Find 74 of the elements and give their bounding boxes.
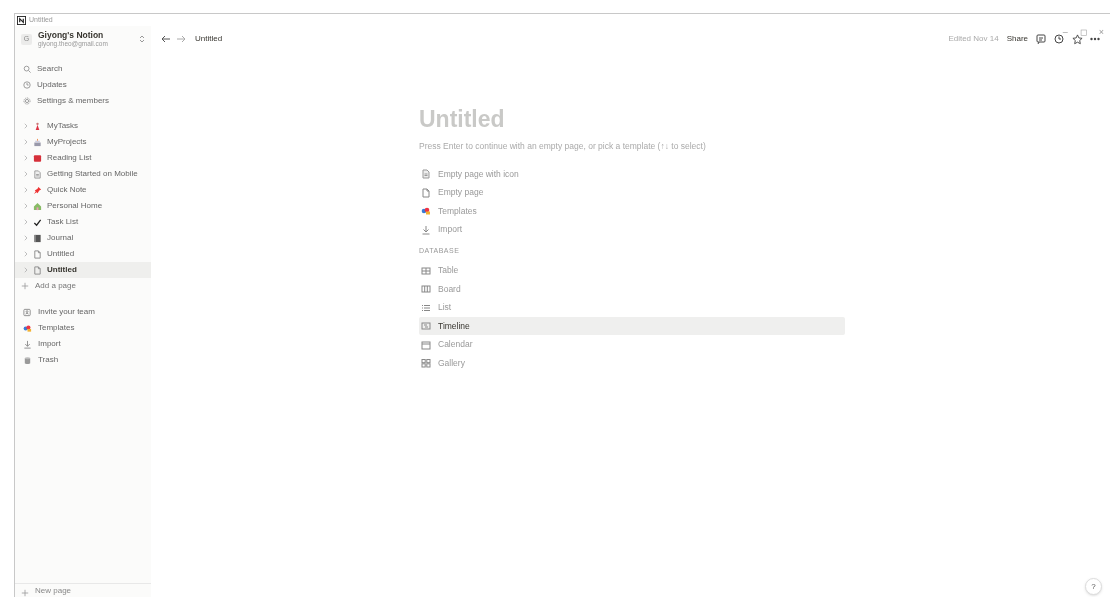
chevron-right-icon[interactable] — [23, 187, 28, 193]
figure-icon — [33, 121, 42, 131]
page-item[interactable]: Reading List — [15, 150, 151, 166]
sidebar-item[interactable]: Settings & members — [15, 93, 151, 109]
table-icon — [421, 265, 431, 276]
page-item[interactable]: Getting Started on Mobile — [15, 166, 151, 182]
page-item[interactable]: MyProjects — [15, 134, 151, 150]
sidebar-item[interactable]: Import — [15, 336, 151, 352]
trash-icon — [23, 355, 32, 365]
more-icon[interactable] — [1090, 37, 1100, 41]
breadcrumb[interactable]: Untitled — [195, 33, 223, 45]
sidebar-item[interactable]: Trash — [15, 352, 151, 368]
chevron-right-icon[interactable] — [23, 251, 28, 257]
notebook-icon — [33, 233, 42, 243]
download-icon — [421, 224, 431, 235]
new-page-label: New page — [35, 585, 72, 597]
chevron-updown-icon — [139, 35, 145, 43]
book-icon — [33, 153, 42, 163]
workspace-name: Giyong's Notion — [38, 31, 104, 40]
page-item[interactable]: MyTasks — [15, 118, 151, 134]
page-item[interactable]: Untitled — [15, 246, 151, 262]
clock-icon — [23, 81, 31, 89]
house-icon — [33, 201, 42, 211]
add-page-label: Add a page — [35, 280, 76, 292]
document-icon — [33, 169, 42, 179]
gallery-icon — [421, 358, 431, 368]
hint-text: Press Enter to continue with an empty page, or pick a template (↑↓ to select) — [419, 140, 707, 153]
sidebar-item[interactable]: Templates — [15, 320, 151, 336]
maximize-button[interactable]: ◻ — [1079, 28, 1087, 37]
chevron-right-icon[interactable] — [23, 203, 28, 209]
sidebar-item[interactable]: Updates — [15, 77, 151, 93]
page-icon — [33, 265, 42, 275]
plus-icon — [21, 282, 29, 290]
share-button[interactable]: Share — [1006, 33, 1028, 45]
download-icon — [23, 339, 32, 349]
chevron-right-icon[interactable] — [23, 171, 28, 177]
database-option[interactable]: Timeline — [419, 316, 845, 336]
cake-icon — [33, 137, 42, 147]
calendar-icon — [421, 339, 431, 350]
board-icon — [421, 284, 431, 294]
page-item[interactable]: Quick Note — [15, 182, 151, 198]
invite-icon — [23, 307, 32, 317]
checkmark-icon — [33, 217, 42, 227]
page-item[interactable]: Journal — [15, 230, 151, 246]
chevron-right-icon[interactable] — [23, 235, 28, 241]
page-icon — [33, 249, 42, 259]
list-icon — [421, 302, 431, 313]
gear-icon — [23, 97, 31, 105]
templates-icon — [421, 206, 431, 216]
page-item[interactable]: Task List — [15, 214, 151, 230]
plus-icon — [21, 589, 29, 597]
search-icon — [23, 65, 31, 73]
sidebar-item[interactable]: Invite your team — [15, 304, 151, 320]
clock-icon[interactable] — [1054, 34, 1064, 44]
new-page-button[interactable]: New page — [15, 583, 151, 597]
templates-icon — [23, 323, 32, 333]
chevron-right-icon[interactable] — [23, 123, 28, 129]
page-icon — [421, 187, 431, 198]
edited-date: Edited Nov 14 — [948, 33, 999, 45]
page-item[interactable]: Untitled — [15, 262, 151, 278]
sidebar-item[interactable]: Search — [15, 61, 151, 77]
page-item[interactable]: Personal Home — [15, 198, 151, 214]
timeline-icon — [421, 321, 431, 331]
chevron-right-icon[interactable] — [23, 139, 28, 145]
document-icon — [421, 169, 431, 179]
comment-icon[interactable] — [1036, 34, 1046, 44]
pushpin-icon — [33, 185, 42, 195]
chevron-right-icon[interactable] — [23, 219, 28, 225]
chevron-right-icon[interactable] — [23, 267, 28, 273]
forward-arrow-icon[interactable] — [176, 35, 186, 43]
help-button[interactable]: ? — [1085, 578, 1102, 595]
add-page-button[interactable]: Add a page — [15, 278, 151, 294]
chevron-right-icon[interactable] — [23, 155, 28, 161]
back-arrow-icon[interactable] — [161, 35, 171, 43]
